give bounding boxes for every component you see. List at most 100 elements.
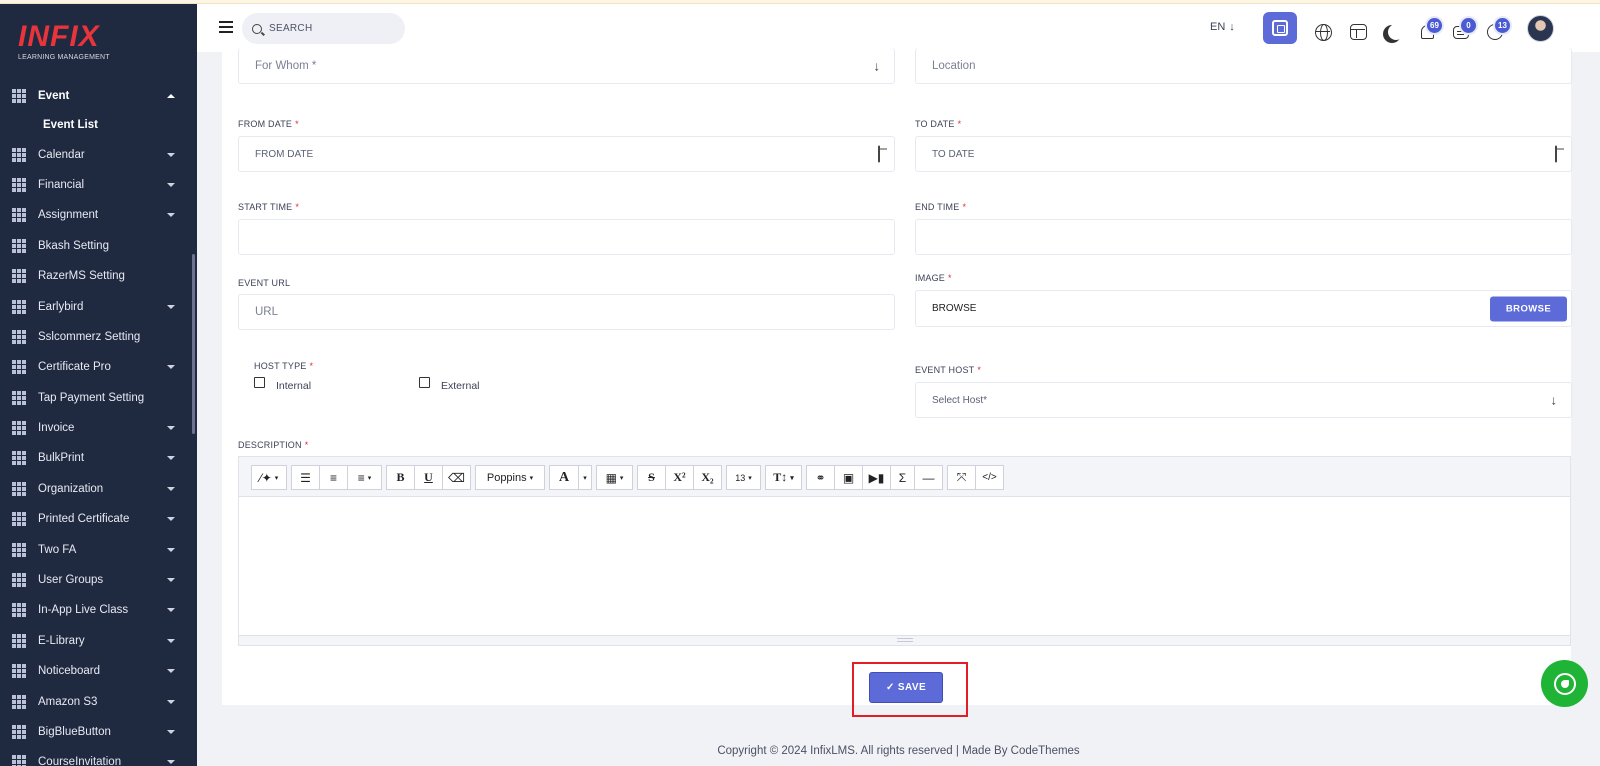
superscript-button[interactable]: X² xyxy=(665,465,694,490)
sidebar-item-label: Invoice xyxy=(38,422,75,435)
calendar-icon[interactable] xyxy=(1555,145,1557,163)
required-mark: * xyxy=(295,119,299,129)
required-mark: * xyxy=(295,202,300,212)
sidebar-subitem-event-list[interactable]: Event List xyxy=(0,111,197,139)
caret-down-icon xyxy=(167,456,175,461)
insert-link-button[interactable]: ⚭ xyxy=(806,465,835,490)
sidebar-item-certificate-pro[interactable]: Certificate Pro xyxy=(0,352,197,382)
insert-math-button[interactable]: Σ xyxy=(890,465,915,490)
host-internal-label[interactable]: Internal xyxy=(276,380,311,392)
description-editor[interactable]: ⁄✦ ▾ ☰ ≡ ≡ ▾ B U ⌫ Poppins ▾ A ▾ ▦ ▾ S X² X₂… xyxy=(238,456,1571,646)
sidebar-item-e-library[interactable]: E-Library xyxy=(0,626,197,656)
start-time-input[interactable] xyxy=(238,219,895,255)
event-url-placeholder: URL xyxy=(255,306,279,318)
sidebar-item-bkash-setting[interactable]: Bkash Setting xyxy=(0,231,197,261)
ordered-list-button[interactable]: ≡ xyxy=(319,465,348,490)
sidebar-item-label: Two FA xyxy=(38,543,77,556)
caret-down-icon xyxy=(167,304,175,309)
event-url-input[interactable]: URL xyxy=(238,294,895,330)
sidebar-item-calendar[interactable]: Calendar xyxy=(0,139,197,169)
hamburger-menu-icon[interactable] xyxy=(219,21,233,33)
sidebar-item-earlybird[interactable]: Earlybird xyxy=(0,291,197,321)
font-color-dropdown[interactable]: ▾ xyxy=(578,465,592,490)
browse-button[interactable]: BROWSE xyxy=(1490,296,1567,321)
horizontal-rule-button[interactable]: — xyxy=(914,465,943,490)
event-host-select[interactable]: Select Host* ↓ xyxy=(915,382,1572,418)
table-button[interactable]: ▦ ▾ xyxy=(596,465,633,490)
location-input[interactable]: Location xyxy=(915,48,1572,84)
paragraph-align-button[interactable]: ≡ ▾ xyxy=(347,465,382,490)
host-internal-checkbox[interactable] xyxy=(254,377,265,388)
sidebar-item-event[interactable]: Event xyxy=(0,81,197,111)
sidebar-item-invoice[interactable]: Invoice xyxy=(0,413,197,443)
end-time-input[interactable] xyxy=(915,219,1572,255)
editor-toolbar: ⁄✦ ▾ ☰ ≡ ≡ ▾ B U ⌫ Poppins ▾ A ▾ ▦ ▾ S X² X₂… xyxy=(239,457,1570,497)
whatsapp-button[interactable] xyxy=(1541,660,1588,707)
sidebar-item-noticeboard[interactable]: Noticeboard xyxy=(0,656,197,686)
globe-button[interactable] xyxy=(1306,16,1340,48)
subscript-button[interactable]: X₂ xyxy=(693,465,722,490)
description-label-text: DESCRIPTION xyxy=(238,440,302,450)
notifications-button[interactable]: 69 xyxy=(1410,16,1444,48)
layout-button[interactable] xyxy=(1341,16,1375,48)
insert-image-button[interactable]: ▣ xyxy=(834,465,863,490)
from-date-input[interactable]: FROM DATE xyxy=(238,136,895,172)
caret-down-icon xyxy=(167,699,175,704)
font-size-select[interactable]: 13 ▾ xyxy=(726,465,761,490)
whatsapp-icon xyxy=(1553,672,1576,695)
code-view-button[interactable]: </> xyxy=(975,465,1004,490)
brand-logo[interactable]: INFIX LEARNING MANAGEMENT xyxy=(18,22,110,62)
chip-button[interactable] xyxy=(1263,12,1297,44)
chat-button[interactable]: 13 xyxy=(1478,16,1512,48)
sidebar-item-printed-certificate[interactable]: Printed Certificate xyxy=(0,504,197,534)
bold-button[interactable]: B xyxy=(386,465,415,490)
clear-format-button[interactable]: ⌫ xyxy=(442,465,471,490)
sidebar-item-amazon-s3[interactable]: Amazon S3 xyxy=(0,686,197,716)
line-height-button[interactable]: T↕ ▾ xyxy=(765,465,802,490)
host-external-checkbox[interactable] xyxy=(419,377,430,388)
image-file-input[interactable]: BROWSE BROWSE xyxy=(915,290,1572,327)
arrow-down-icon: ↓ xyxy=(1550,392,1558,408)
sidebar-item-bulkprint[interactable]: BulkPrint xyxy=(0,443,197,473)
for-whom-select[interactable]: For Whom * ↓ xyxy=(238,48,895,84)
magic-wand-style-button[interactable]: ⁄✦ ▾ xyxy=(251,465,287,490)
sidebar-item-financial[interactable]: Financial xyxy=(0,170,197,200)
search-placeholder: SEARCH xyxy=(269,23,313,34)
sidebar-item-razerms-setting[interactable]: RazerMS Setting xyxy=(0,261,197,291)
language-selector[interactable]: EN ↓ xyxy=(1210,21,1235,33)
sidebar-item-tap-payment-setting[interactable]: Tap Payment Setting xyxy=(0,383,197,413)
sidebar-item-courseinvitation[interactable]: CourseInvitation xyxy=(0,747,197,766)
calendar-icon[interactable] xyxy=(878,145,880,163)
host-external-label[interactable]: External xyxy=(441,380,480,392)
sidebar-item-assignment[interactable]: Assignment xyxy=(0,200,197,230)
unordered-list-button[interactable]: ☰ xyxy=(291,465,320,490)
to-date-input[interactable]: TO DATE xyxy=(915,136,1572,172)
insert-video-button[interactable]: ▶▮ xyxy=(862,465,891,490)
user-avatar[interactable] xyxy=(1527,15,1554,42)
text-color-icon: A xyxy=(558,469,570,485)
caret-up-icon xyxy=(167,94,175,99)
strikethrough-button[interactable]: S xyxy=(637,465,666,490)
event-host-label: EVENT HOST * xyxy=(915,365,981,375)
dark-mode-button[interactable] xyxy=(1375,16,1409,48)
save-button[interactable]: ✓ SAVE xyxy=(869,672,943,703)
caret-down-icon xyxy=(167,730,175,734)
sidebar-item-user-groups[interactable]: User Groups xyxy=(0,565,197,595)
grid-icon xyxy=(12,755,26,766)
sidebar-item-sslcommerz-setting[interactable]: Sslcommerz Setting xyxy=(0,322,197,352)
sidebar-item-two-fa[interactable]: Two FA xyxy=(0,534,197,564)
top-header: SEARCH EN ↓ 69 0 13 xyxy=(197,4,1600,52)
image-icon: ▣ xyxy=(842,470,855,485)
resize-grip-icon[interactable] xyxy=(896,638,913,642)
fullscreen-button[interactable]: ⤧ xyxy=(947,465,976,490)
sidebar-item-in-app-live-class[interactable]: In-App Live Class xyxy=(0,595,197,625)
sidebar-item-bigbluebutton[interactable]: BigBlueButton xyxy=(0,717,197,747)
font-color-button[interactable]: A xyxy=(549,465,579,490)
underline-button[interactable]: U xyxy=(414,465,443,490)
sidebar-item-label: Tap Payment Setting xyxy=(38,391,145,404)
messages-button[interactable]: 0 xyxy=(1444,16,1478,48)
search-input[interactable]: SEARCH xyxy=(242,13,405,44)
required-mark: * xyxy=(957,119,962,129)
font-family-select[interactable]: Poppins ▾ xyxy=(475,465,545,490)
sidebar-item-organization[interactable]: Organization xyxy=(0,474,197,504)
